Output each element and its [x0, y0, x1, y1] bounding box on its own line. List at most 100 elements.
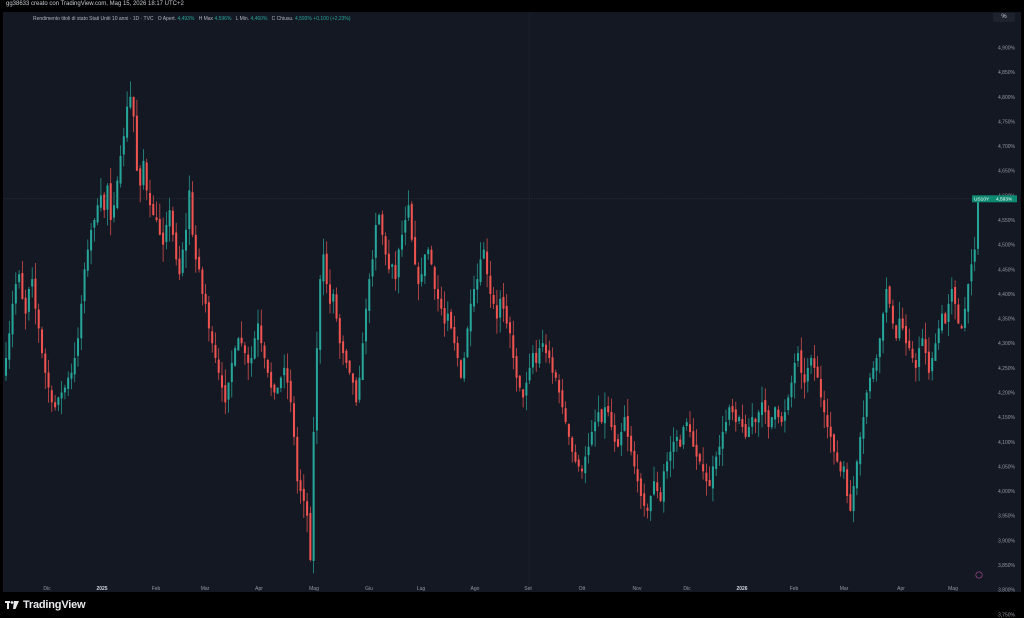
y-tick-label: 4,350%: [998, 317, 1016, 323]
candle-body: [171, 210, 174, 235]
candle-body: [214, 344, 217, 358]
x-tick-label: Apr: [255, 586, 263, 592]
candle-body: [286, 368, 289, 383]
candle-body: [744, 424, 747, 437]
candle-body: [780, 416, 783, 423]
candle-body: [47, 372, 50, 388]
open-name: Apert.: [162, 16, 177, 22]
candle-body: [692, 431, 695, 447]
candle-body: [384, 236, 387, 255]
price-tag-value: 4,593%: [996, 197, 1013, 203]
candle-body: [374, 224, 377, 258]
candle-body: [328, 284, 332, 304]
high-value: 4,596%: [214, 16, 232, 22]
candle-body: [145, 162, 148, 191]
candle-body: [931, 358, 934, 372]
candle-body: [757, 412, 760, 423]
candle-body: [135, 115, 138, 171]
y-tick-label: 3,850%: [998, 563, 1016, 569]
candle-body: [240, 337, 243, 344]
candle-body: [381, 214, 384, 235]
candle-body: [842, 466, 845, 473]
x-tick-label: Lug: [417, 586, 426, 592]
x-tick-label: Dic: [683, 586, 691, 592]
candle-body: [518, 375, 521, 388]
y-tick-label: 4,900%: [998, 46, 1016, 52]
candle-body: [973, 249, 976, 262]
candle-body: [878, 338, 881, 358]
candle-body: [194, 234, 197, 260]
candle-body: [558, 379, 561, 393]
candle-body: [888, 286, 891, 304]
y-tick-label: 4,800%: [998, 95, 1016, 101]
y-tick-label: 4,400%: [998, 292, 1016, 298]
candle-body: [960, 325, 963, 329]
candle-body: [512, 335, 515, 358]
change-value: +0,100 (+2,23%): [313, 16, 351, 22]
candle-body: [767, 410, 770, 427]
candle-body: [613, 425, 616, 442]
close-name: Chiusu.: [276, 16, 294, 22]
y-tick-label: 4,700%: [998, 144, 1016, 150]
candle-body: [423, 254, 426, 276]
candle-body: [620, 431, 623, 446]
tradingview-logo[interactable]: TradingView: [5, 599, 86, 611]
candle-body: [158, 218, 161, 235]
candle-body: [662, 471, 665, 502]
candle-body: [243, 345, 246, 354]
open-label: O: [157, 16, 162, 22]
candle-body: [335, 294, 338, 319]
candle-body: [453, 327, 456, 344]
candle-body: [685, 422, 688, 427]
low-label: L: [235, 16, 239, 22]
candle-body: [528, 367, 531, 381]
candle-body: [67, 377, 70, 389]
candle-body: [332, 293, 335, 302]
candle-body: [414, 237, 417, 265]
candle-body: [859, 436, 862, 465]
candle-body: [819, 378, 822, 398]
candle-body: [885, 289, 888, 313]
candle-body: [11, 303, 14, 335]
candle-body: [34, 278, 37, 309]
candle-body: [764, 400, 767, 413]
percent-scale-button[interactable]: %: [993, 13, 1015, 22]
candle-body: [538, 348, 541, 364]
candle-body: [868, 377, 872, 392]
candle-body: [103, 194, 106, 211]
candle-body: [571, 437, 574, 452]
candle-body: [201, 269, 204, 294]
candle-body: [315, 348, 318, 431]
candle-body: [515, 356, 518, 378]
candle-body: [122, 136, 125, 155]
candle-body: [44, 353, 47, 373]
candle-body: [967, 284, 970, 312]
candle-body: [420, 274, 423, 282]
candle-body: [702, 464, 705, 472]
candle-body: [639, 478, 642, 496]
candle-body: [777, 409, 780, 418]
candle-body: [371, 259, 374, 277]
candle-body: [770, 417, 773, 428]
high-label: H: [198, 16, 203, 22]
candle-body: [718, 446, 721, 455]
candle-body: [96, 205, 99, 223]
candle-body: [450, 311, 453, 329]
candle-body: [24, 297, 27, 314]
candle-body: [790, 382, 793, 398]
candle-body: [564, 408, 567, 423]
candle-body: [882, 313, 885, 341]
candle-body: [427, 249, 430, 255]
candle-body: [430, 249, 433, 265]
candle-body: [747, 427, 750, 437]
candle-body: [256, 323, 260, 340]
candle-body: [456, 342, 459, 358]
tradingview-logo-icon: [5, 601, 19, 609]
y-tick-label: 4,050%: [998, 464, 1016, 470]
candle-body: [247, 354, 250, 363]
candle-body: [234, 348, 237, 366]
candle-body: [93, 220, 96, 228]
candle-body: [361, 343, 364, 380]
candlestick-chart[interactable]: 4,900%4,850%4,800%4,750%4,700%4,650%4,60…: [0, 0, 1024, 618]
candle-body: [220, 375, 224, 388]
